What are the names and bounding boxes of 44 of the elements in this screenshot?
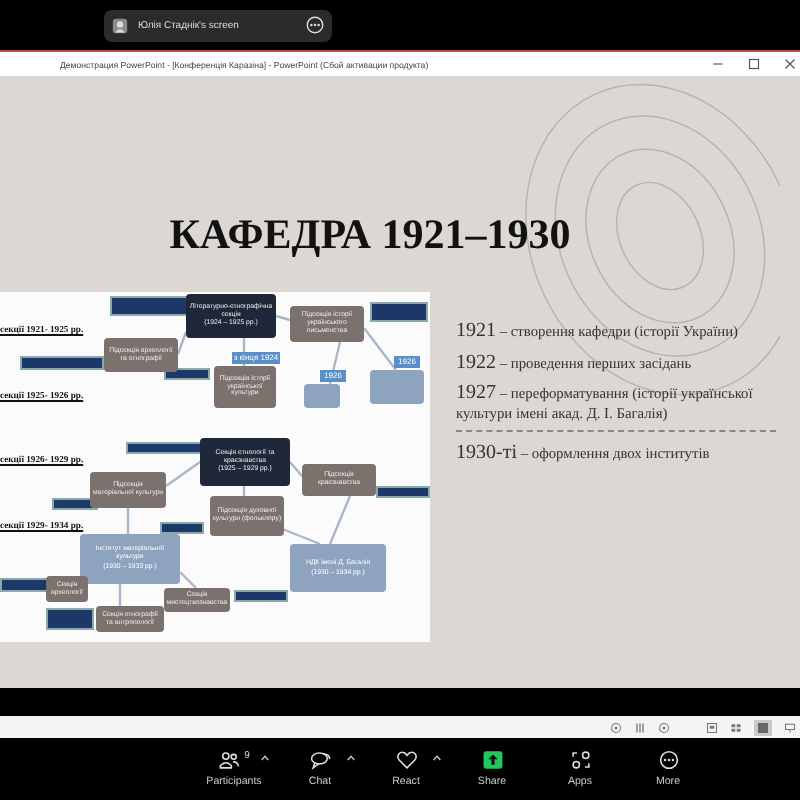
name-tag-shape (376, 486, 430, 498)
name-tag-shape (110, 296, 188, 316)
connector-line (118, 584, 122, 606)
connector-line (289, 461, 303, 477)
caret-icon[interactable] (346, 754, 356, 762)
heart-icon (395, 750, 417, 770)
connector-line (165, 461, 201, 487)
maximize-icon[interactable] (748, 58, 760, 70)
connector-line (328, 495, 352, 545)
connector-line (179, 571, 197, 589)
connector-line (126, 508, 130, 534)
close-icon[interactable] (784, 58, 796, 70)
connector-line (328, 341, 342, 385)
name-tag-shape (46, 608, 94, 630)
institute-node (304, 384, 340, 408)
caret-icon[interactable] (432, 754, 442, 762)
more-icon (657, 750, 679, 770)
slide-title: КАФЕДРА 1921–1930 (167, 210, 573, 262)
share-icon (481, 750, 503, 770)
more-icon[interactable] (306, 16, 324, 34)
avatar-icon (112, 17, 128, 33)
name-tag-shape (370, 302, 428, 322)
name-tag-shape (20, 356, 104, 370)
people-icon (218, 750, 241, 770)
institute-node (370, 370, 424, 404)
connector-line (363, 327, 397, 371)
name-tag-shape (0, 578, 48, 592)
connector-line (279, 526, 321, 546)
chat-icon (309, 750, 331, 770)
grid-icon[interactable] (730, 721, 742, 733)
connector-line (176, 331, 188, 355)
circle-icon[interactable] (658, 721, 670, 733)
name-tag-shape (126, 442, 204, 454)
apps-icon (569, 750, 591, 770)
connector-line (275, 314, 291, 322)
connector-line (242, 338, 246, 366)
reading-view-icon[interactable] (754, 719, 772, 735)
name-tag-shape (234, 590, 288, 602)
slideshow-icon[interactable] (784, 721, 796, 733)
caret-icon[interactable] (260, 754, 270, 762)
name-tag-shape (160, 522, 204, 534)
circle-icon[interactable] (610, 721, 622, 733)
normal-view-icon[interactable] (706, 721, 718, 733)
minimize-icon[interactable] (712, 58, 724, 70)
